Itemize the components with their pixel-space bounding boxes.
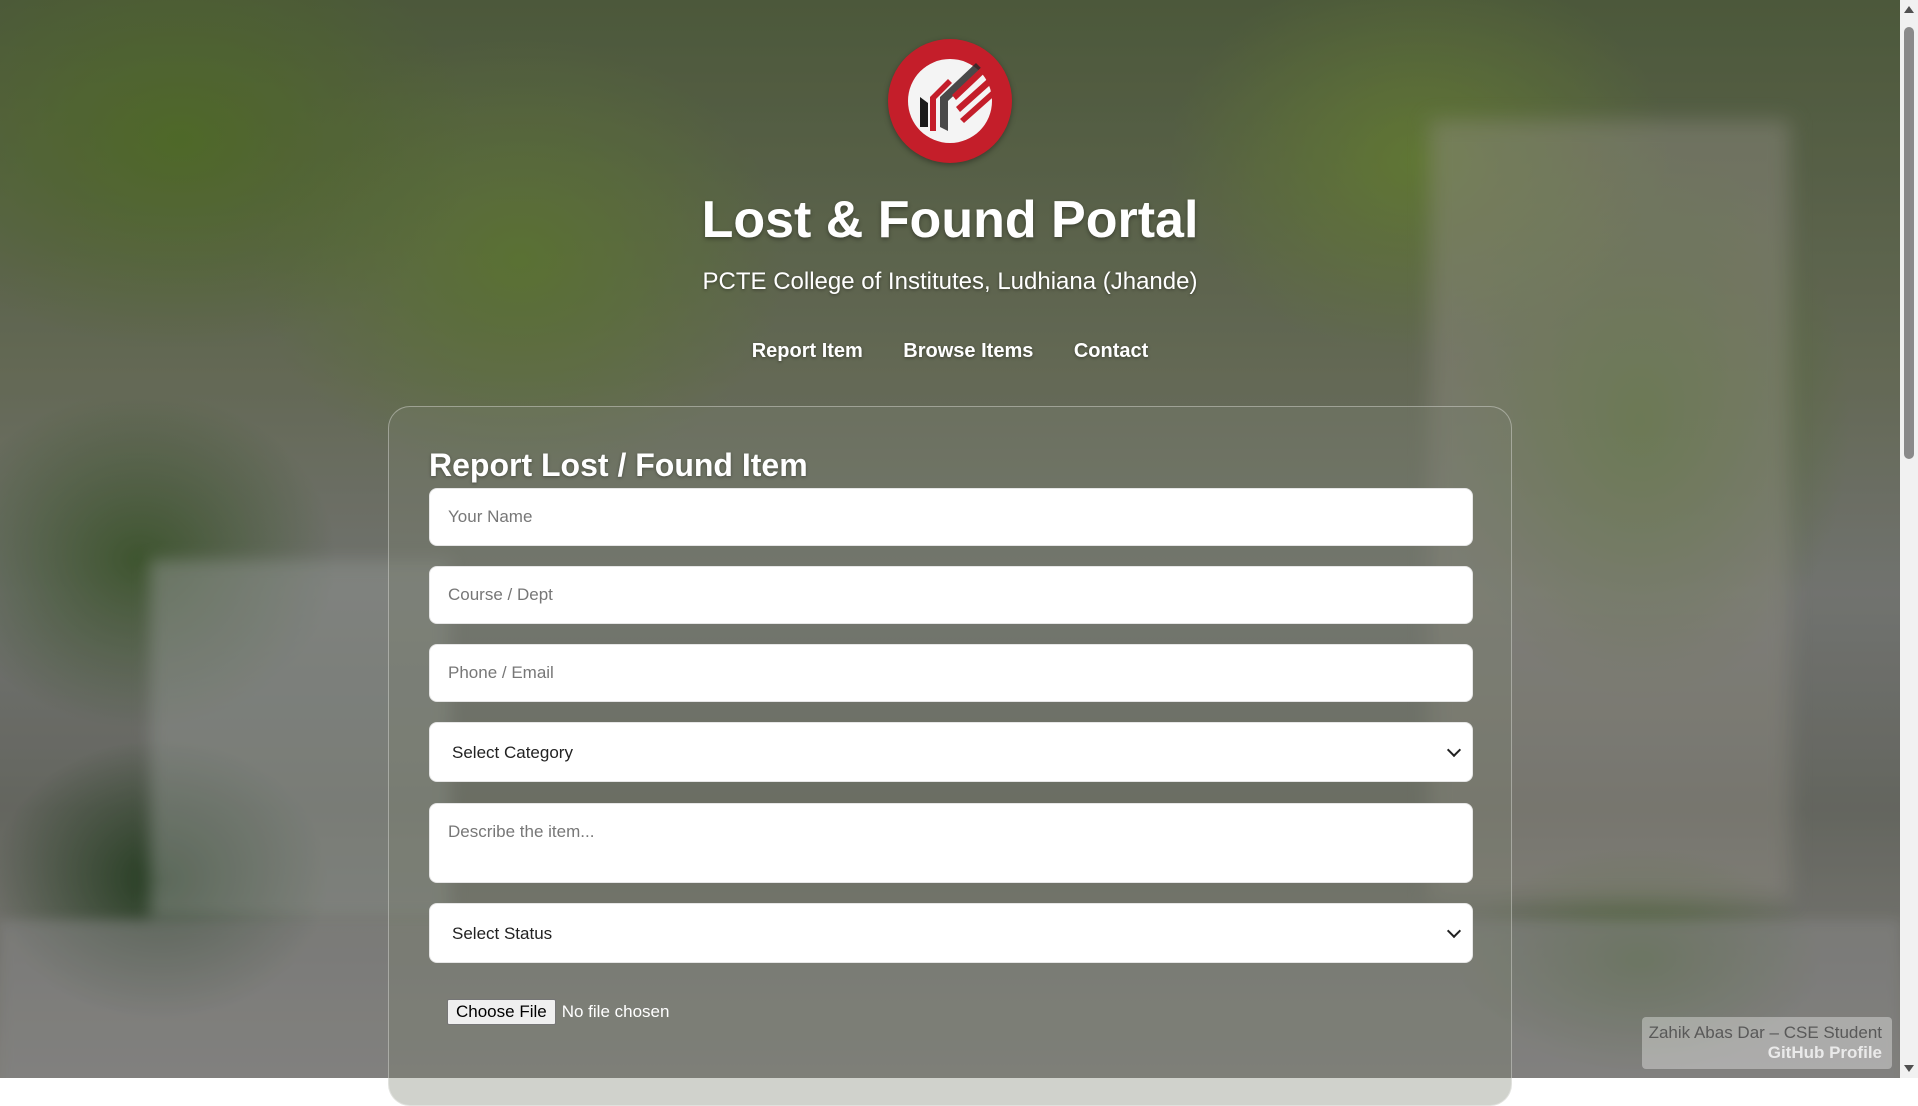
- page: Lost & Found Portal PCTE College of Inst…: [0, 0, 1900, 1106]
- report-form-card: Report Lost / Found Item Select Category…: [388, 406, 1512, 1106]
- name-input[interactable]: [429, 488, 1473, 546]
- status-select-wrapper: Select Status: [429, 903, 1473, 963]
- scroll-up-arrow-icon[interactable]: [1904, 6, 1914, 13]
- course-input[interactable]: [429, 566, 1473, 624]
- nav-report-item[interactable]: Report Item: [752, 340, 863, 363]
- college-logo: [888, 39, 1012, 163]
- vertical-scrollbar[interactable]: [1900, 0, 1918, 1078]
- nav-contact[interactable]: Contact: [1074, 340, 1148, 363]
- choose-file-button[interactable]: Choose File: [447, 999, 556, 1025]
- file-status-text: No file chosen: [561, 1002, 670, 1021]
- author-name: Zahik Abas Dar – CSE Student: [1648, 1023, 1882, 1042]
- form-heading: Report Lost / Found Item: [429, 447, 808, 483]
- description-textarea[interactable]: [429, 803, 1473, 883]
- scroll-down-arrow-icon[interactable]: [1904, 1065, 1914, 1072]
- category-select[interactable]: Select Category: [429, 722, 1473, 782]
- category-select-wrapper: Select Category: [429, 722, 1473, 782]
- page-title: Lost & Found Portal: [701, 191, 1199, 249]
- file-upload: Choose File No file chosen: [447, 999, 669, 1025]
- github-profile-link[interactable]: GitHub Profile: [1642, 1043, 1882, 1063]
- page-subtitle: PCTE College of Institutes, Ludhiana (Jh…: [702, 268, 1198, 295]
- main-nav: Report Item Browse Items Contact: [0, 340, 1900, 363]
- status-select[interactable]: Select Status: [429, 903, 1473, 963]
- author-credit: Zahik Abas Dar – CSE Student GitHub Prof…: [1642, 1017, 1892, 1069]
- contact-input[interactable]: [429, 644, 1473, 702]
- nav-browse-items[interactable]: Browse Items: [903, 340, 1033, 363]
- scrollbar-thumb[interactable]: [1904, 27, 1914, 459]
